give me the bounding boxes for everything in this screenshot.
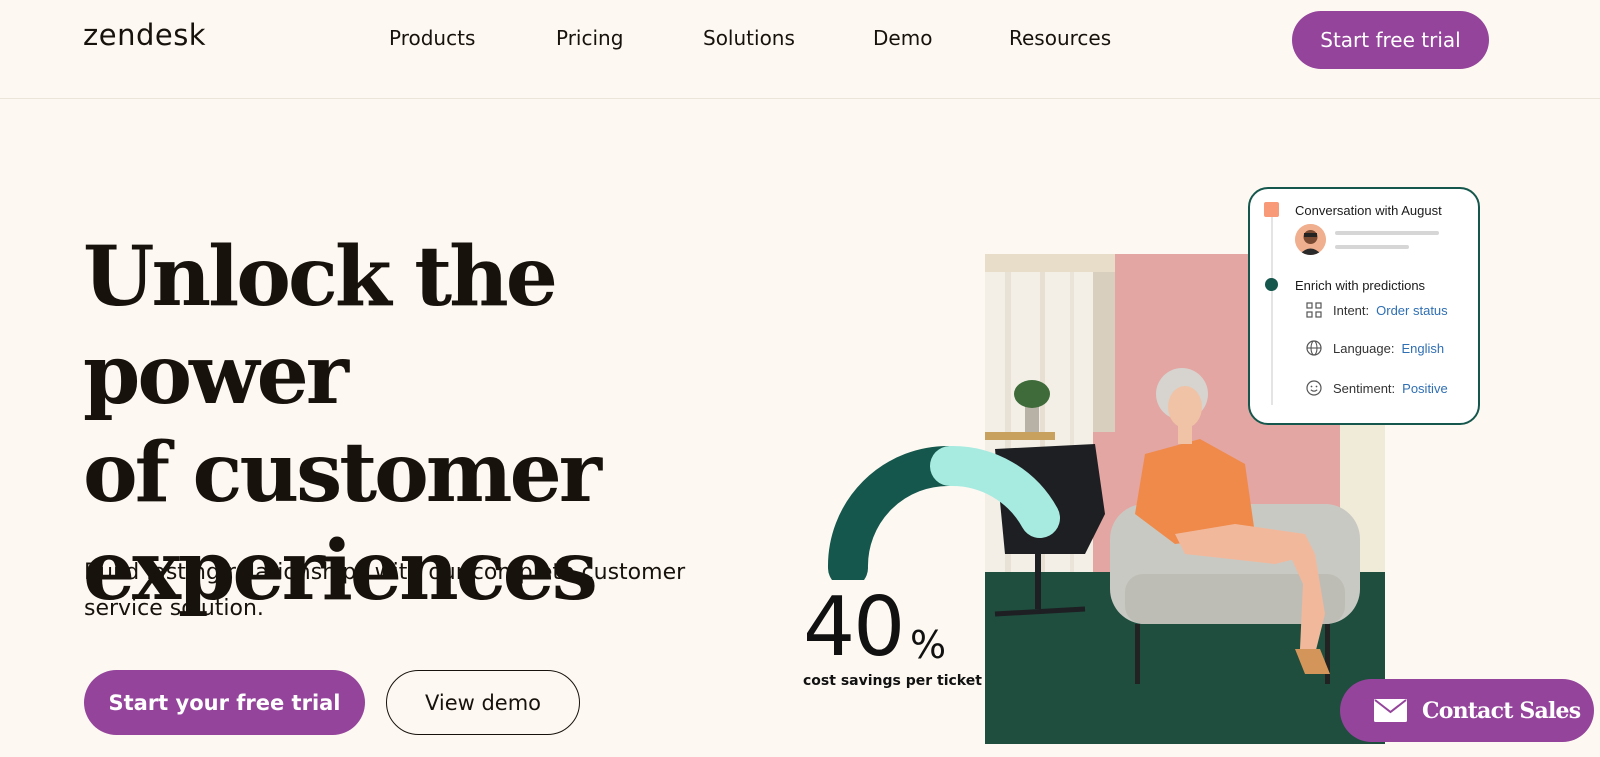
hero-subhead: Build lasting relationships with our com…: [84, 555, 734, 627]
timeline-dot-icon: [1265, 278, 1278, 291]
site-header: zendesk Products Pricing Solutions Demo …: [0, 0, 1600, 99]
sentiment-row: Sentiment: Positive: [1304, 378, 1448, 398]
row-value: Positive: [1402, 380, 1448, 396]
enrich-label: Enrich with predictions: [1295, 278, 1426, 293]
nav-solutions[interactable]: Solutions: [703, 26, 795, 50]
contact-sales-label: Contact Sales: [1422, 697, 1581, 724]
gauge-arc-dark: [828, 446, 970, 580]
nav-label: Products: [389, 26, 476, 50]
start-free-trial-button[interactable]: Start free trial: [1292, 11, 1489, 69]
stat-value: 40: [803, 580, 905, 675]
row-value: Order status: [1376, 302, 1448, 318]
gauge-arc-light: [930, 446, 1060, 538]
message-placeholder-bar: [1335, 245, 1409, 249]
row-label: Sentiment:: [1333, 380, 1396, 396]
nav-label: Resources: [1009, 26, 1112, 50]
start-your-free-trial-button[interactable]: Start your free trial: [84, 670, 365, 735]
row-value: English: [1401, 340, 1445, 356]
subhead-line: service solution.: [84, 596, 264, 621]
nav-label: Solutions: [703, 26, 795, 50]
subhead-line: Build lasting relationships with our com…: [84, 560, 686, 585]
contact-sales-button[interactable]: Contact Sales: [1340, 679, 1594, 742]
smiley-icon: [1304, 378, 1324, 398]
intent-row: Intent: Order status: [1304, 300, 1448, 320]
nav-pricing[interactable]: Pricing: [556, 26, 623, 50]
grid-icon: [1304, 300, 1324, 320]
view-demo-button[interactable]: View demo: [386, 670, 580, 735]
card-title: Conversation with August: [1295, 203, 1442, 218]
stat-label: cost savings per ticket: [803, 673, 982, 689]
globe-icon: [1304, 338, 1324, 358]
timeline-square-icon: [1264, 202, 1279, 217]
message-placeholder-bar: [1335, 231, 1439, 235]
language-row: Language: English: [1304, 338, 1444, 358]
headline-line: Unlock the power: [83, 229, 558, 423]
nav-demo[interactable]: Demo: [873, 26, 932, 50]
conversation-card: Conversation with August Enrich with pre…: [1248, 187, 1480, 425]
row-label: Intent:: [1333, 302, 1370, 318]
envelope-icon: [1374, 699, 1407, 722]
headline-line: of customer: [83, 425, 602, 521]
stat-unit: %: [910, 623, 947, 667]
savings-gauge: [828, 446, 1060, 580]
row-label: Language:: [1333, 340, 1395, 356]
nav-label: Demo: [873, 26, 933, 50]
avatar: [1295, 224, 1326, 255]
nav-label: Pricing: [556, 26, 624, 50]
nav-products[interactable]: Products: [389, 26, 475, 50]
timeline-line: [1271, 205, 1273, 405]
nav-resources[interactable]: Resources: [1009, 26, 1111, 50]
zendesk-logo[interactable]: zendesk: [83, 18, 206, 52]
